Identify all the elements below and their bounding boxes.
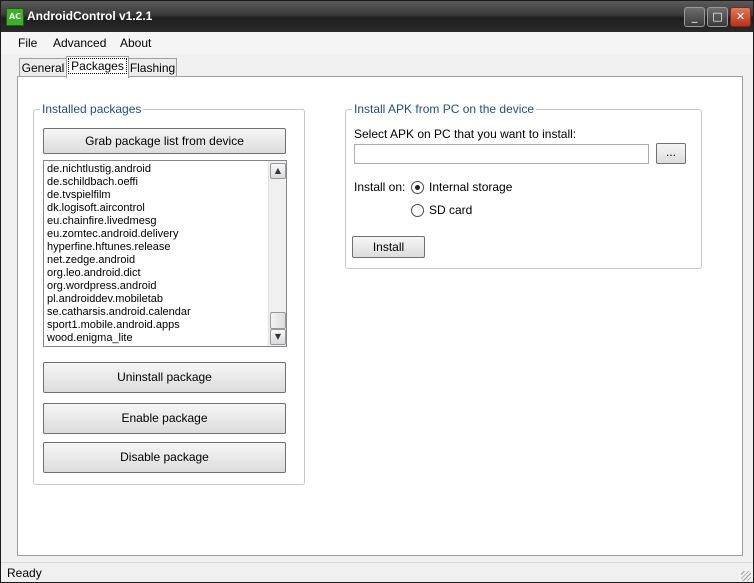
list-item[interactable]: de.schildbach.oeffi xyxy=(44,176,286,189)
tab-packages-label: Packages xyxy=(68,58,127,74)
menu-about[interactable]: About xyxy=(120,36,151,50)
list-item[interactable]: se.catharsis.android.calendar xyxy=(44,306,286,319)
scroll-up-icon[interactable]: ▲ xyxy=(270,163,286,179)
disable-package-button[interactable]: Disable package xyxy=(43,442,286,473)
tab-packages[interactable]: Packages xyxy=(66,56,129,78)
list-item[interactable]: pl.androiddev.mobiletab xyxy=(44,293,286,306)
sd-card-radio[interactable] xyxy=(411,204,424,217)
list-item[interactable]: hyperfine.hftunes.release xyxy=(44,241,286,254)
resize-grip-icon[interactable] xyxy=(741,571,751,581)
sd-card-label[interactable]: SD card xyxy=(429,203,472,217)
packages-panel: Installed packages Grab package list fro… xyxy=(17,76,743,556)
close-button[interactable]: ✕ xyxy=(730,7,751,27)
menu-advanced[interactable]: Advanced xyxy=(53,36,106,50)
scroll-down-icon[interactable]: ▼ xyxy=(270,329,286,345)
grab-package-list-button[interactable]: Grab package list from device xyxy=(43,128,286,154)
tab-general-label: General xyxy=(21,61,65,75)
list-item[interactable]: dk.logisoft.aircontrol xyxy=(44,202,286,215)
install-button[interactable]: Install xyxy=(352,236,425,258)
internal-storage-label[interactable]: Internal storage xyxy=(429,180,512,194)
install-apk-title: Install APK from PC on the device xyxy=(352,102,537,116)
tab-general[interactable]: General xyxy=(19,58,67,77)
package-list-scrollbar[interactable]: ▲ ▼ xyxy=(268,161,286,346)
list-item[interactable]: de.tvspielfilm xyxy=(44,189,286,202)
scroll-thumb[interactable] xyxy=(270,312,286,329)
app-window: AC AndroidControl v1.2.1 _ □ ✕ File Adva… xyxy=(0,0,754,583)
package-list[interactable]: de.nichtlustig.android de.schildbach.oeff… xyxy=(43,160,287,347)
menu-file[interactable]: File xyxy=(18,36,37,50)
list-item[interactable]: net.zedge.android xyxy=(44,254,286,267)
tab-flashing[interactable]: Flashing xyxy=(128,58,177,77)
maximize-button[interactable]: □ xyxy=(707,7,728,27)
list-item[interactable]: org.leo.android.dict xyxy=(44,267,286,280)
install-on-label: Install on: xyxy=(354,180,406,194)
uninstall-package-button[interactable]: Uninstall package xyxy=(43,362,286,393)
tab-flashing-label: Flashing xyxy=(129,61,176,75)
list-item[interactable]: org.wordpress.android xyxy=(44,280,286,293)
enable-package-button[interactable]: Enable package xyxy=(43,403,286,434)
status-bar: Ready xyxy=(1,562,753,582)
installed-packages-title: Installed packages xyxy=(40,102,144,116)
list-item[interactable]: eu.zomtec.android.delivery xyxy=(44,228,286,241)
list-item[interactable]: wood.enigma_lite xyxy=(44,332,286,345)
window-title: AndroidControl v1.2.1 xyxy=(27,9,153,23)
browse-button[interactable]: ... xyxy=(656,143,686,164)
select-apk-label: Select APK on PC that you want to instal… xyxy=(354,127,577,141)
title-bar[interactable]: AC AndroidControl v1.2.1 _ □ ✕ xyxy=(1,1,753,32)
install-apk-group: Install APK from PC on the device Select… xyxy=(345,102,702,269)
internal-storage-radio[interactable] xyxy=(411,181,424,194)
list-item[interactable]: de.nichtlustig.android xyxy=(44,163,286,176)
status-text: Ready xyxy=(7,566,42,580)
minimize-button[interactable]: _ xyxy=(684,7,705,27)
menu-bar: File Advanced About xyxy=(1,32,753,54)
list-item[interactable]: sport1.mobile.android.apps xyxy=(44,319,286,332)
package-items: de.nichtlustig.android de.schildbach.oeff… xyxy=(44,161,286,345)
installed-packages-group: Installed packages Grab package list fro… xyxy=(33,102,305,485)
app-icon: AC xyxy=(6,8,24,26)
apk-path-input[interactable] xyxy=(354,144,649,164)
list-item[interactable]: eu.chainfire.livedmesg xyxy=(44,215,286,228)
